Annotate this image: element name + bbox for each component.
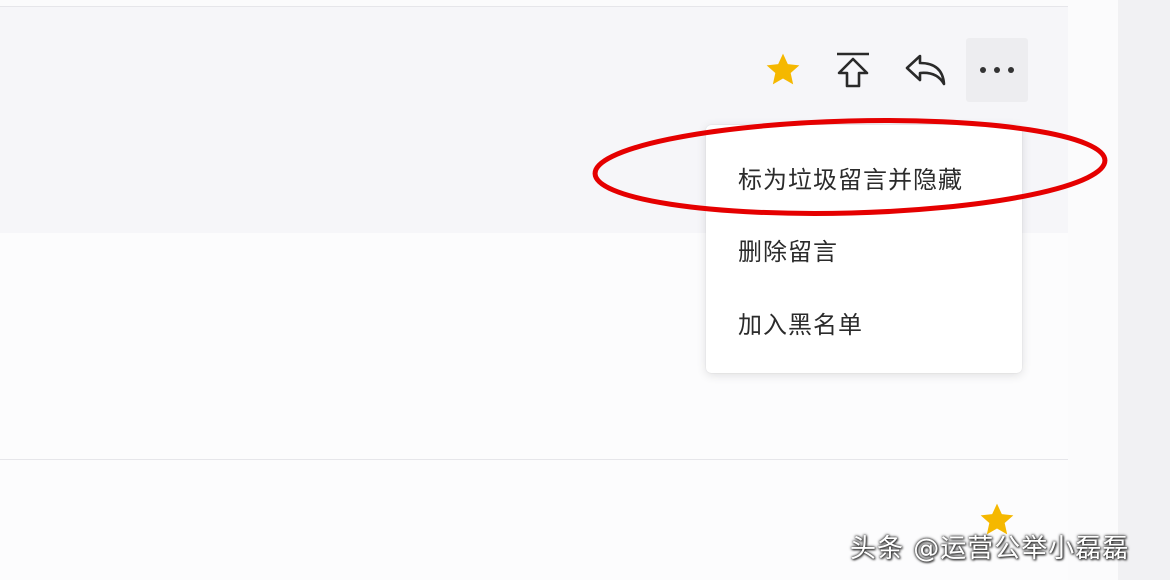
menu-item-add-to-blacklist[interactable]: 加入黑名单 [706,294,1022,350]
menu-item-mark-spam-hide[interactable]: 标为垃圾留言并隐藏 [706,149,1022,205]
watermark-text: 头条 @运营公举小磊磊 [850,534,1130,564]
menu-item-label: 标为垃圾留言并隐藏 [738,165,963,194]
more-options-menu: 标为垃圾留言并隐藏 删除留言 加入黑名单 [706,125,1022,373]
more-icon [977,65,1017,75]
pin-to-top-icon [834,50,872,90]
comment-manager-view: 标为垃圾留言并隐藏 删除留言 加入黑名单 头条 @运营公举小磊磊 [0,0,1170,580]
reply-button[interactable] [894,38,956,102]
menu-item-label: 删除留言 [738,237,838,266]
menu-item-label: 加入黑名单 [738,310,863,339]
menu-item-delete-comment[interactable]: 删除留言 [706,221,1022,277]
star-button[interactable] [752,38,814,102]
comment-action-toolbar [752,38,1032,102]
reply-icon [903,52,947,88]
star-icon [763,50,803,90]
scrollbar-track[interactable] [1118,0,1170,580]
pin-to-top-button[interactable] [822,38,884,102]
more-options-button[interactable] [966,38,1028,102]
